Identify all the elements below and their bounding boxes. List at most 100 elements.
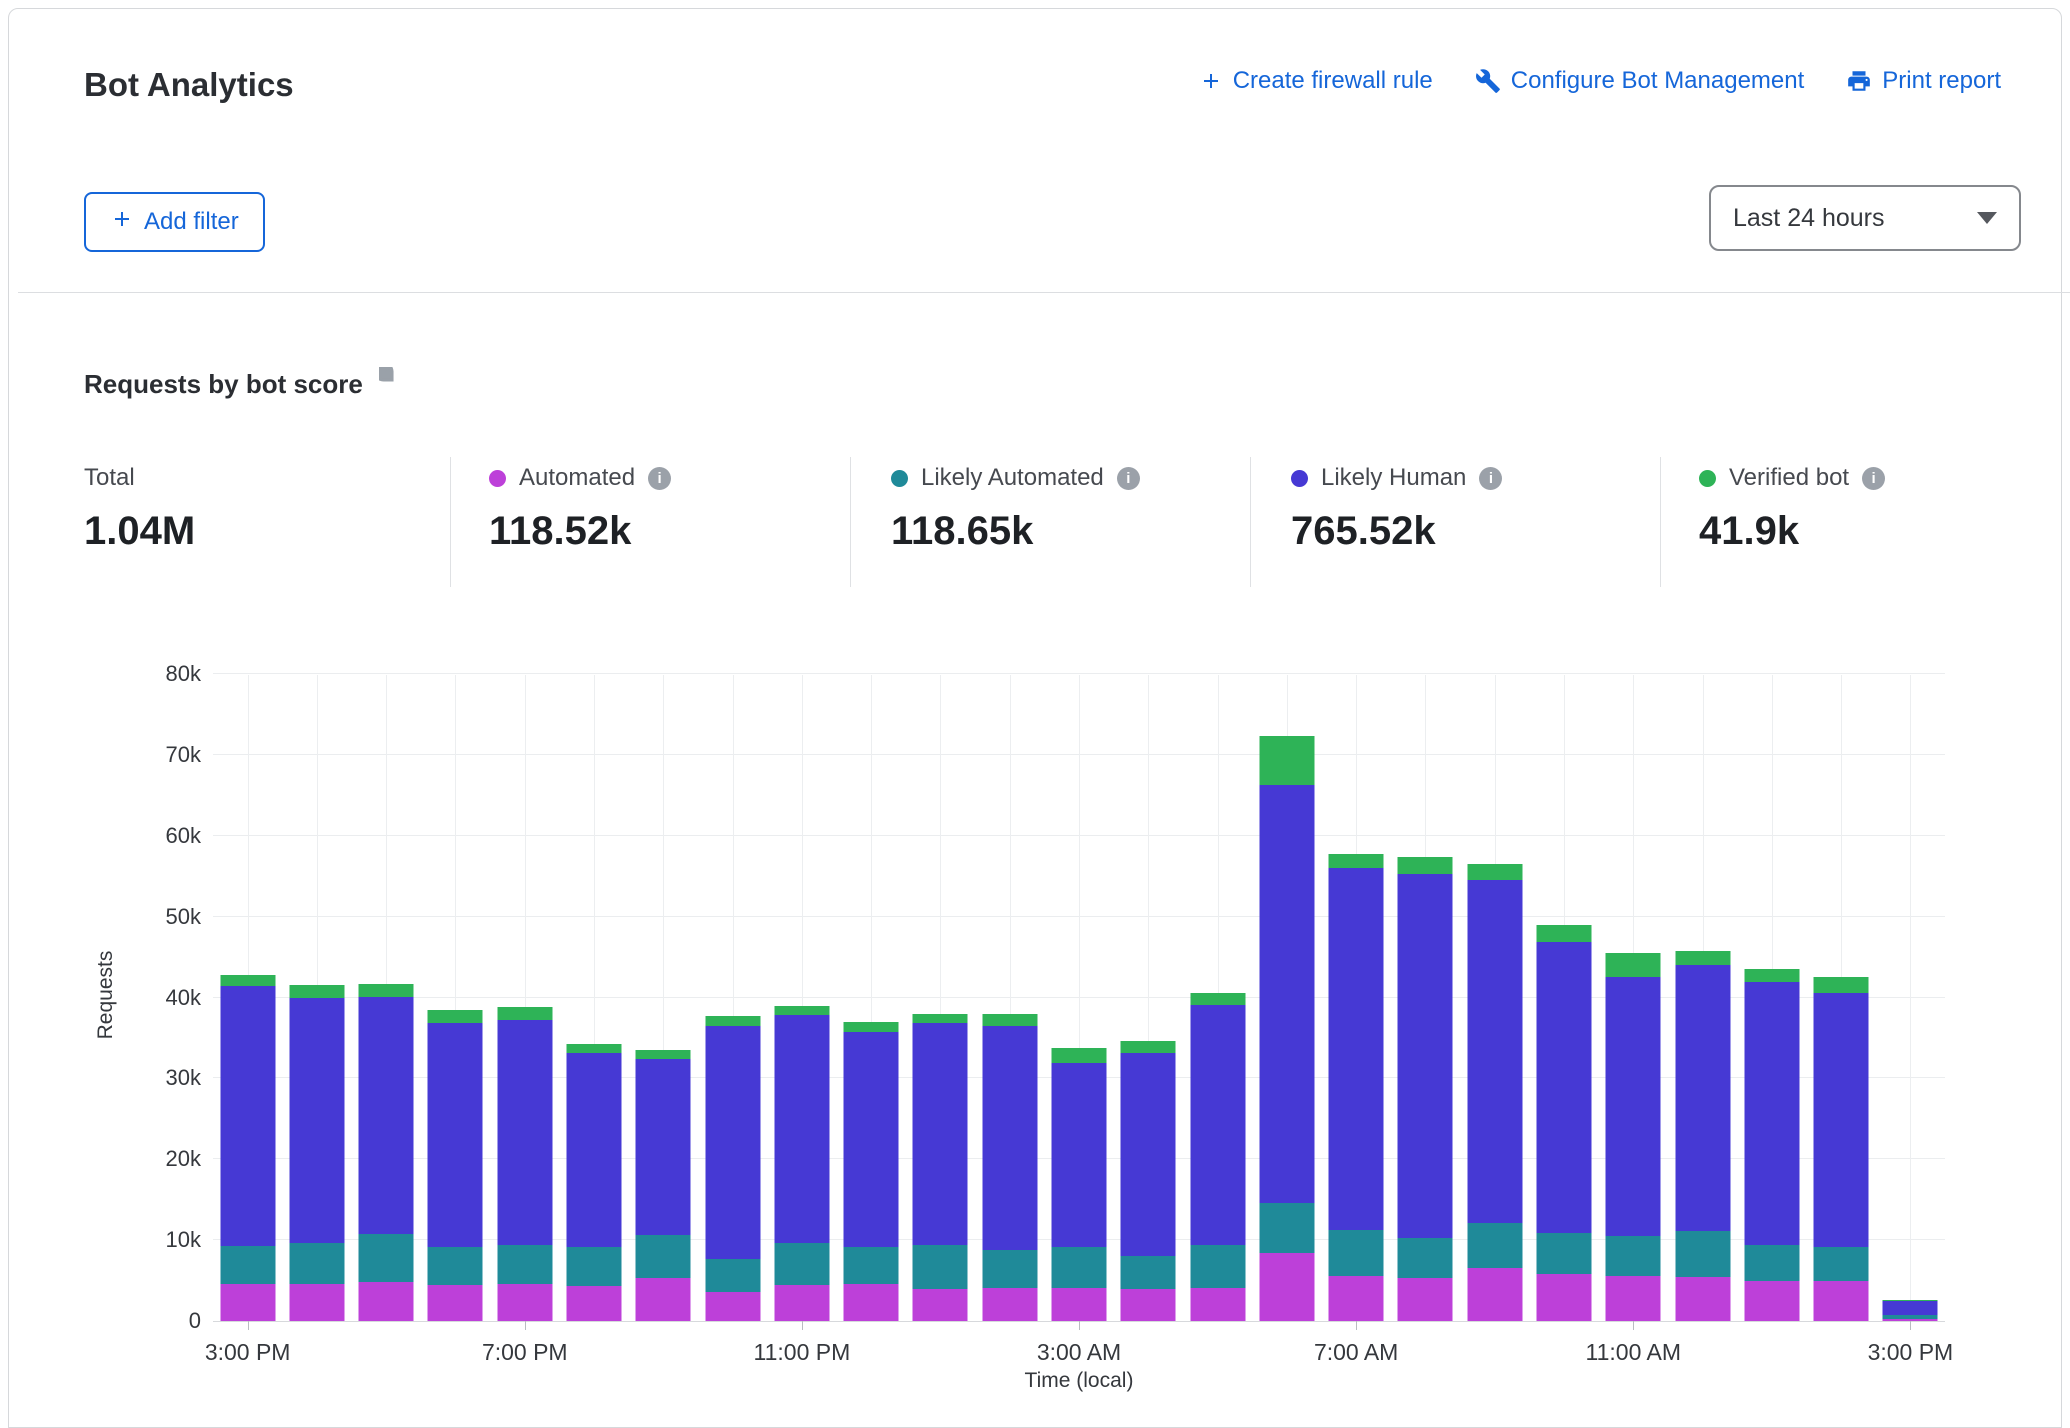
bar-slot xyxy=(421,675,490,1321)
bar-segment-verified-bot xyxy=(1536,925,1591,942)
legend-dot-likely-human xyxy=(1291,470,1308,487)
bar-segment-verified-bot xyxy=(1606,953,1661,977)
stacked-bar[interactable] xyxy=(774,1006,829,1321)
action-label: Create firewall rule xyxy=(1233,67,1433,95)
bar-segment-verified-bot xyxy=(913,1014,968,1024)
stat-value: 118.65k xyxy=(891,509,1140,554)
stacked-bar[interactable] xyxy=(289,985,344,1321)
stacked-bar[interactable] xyxy=(636,1050,691,1321)
bar-segment-likely-automated xyxy=(636,1235,691,1278)
bar-slot xyxy=(1737,675,1806,1321)
action-label: Configure Bot Management xyxy=(1511,67,1805,95)
stacked-bar[interactable] xyxy=(1883,1300,1938,1321)
create-firewall-rule-link[interactable]: Create firewall rule xyxy=(1199,67,1433,95)
stacked-bar[interactable] xyxy=(428,1010,483,1321)
bar-segment-likely-automated xyxy=(1398,1238,1453,1278)
bar-segment-likely-automated xyxy=(289,1243,344,1283)
info-icon[interactable] xyxy=(1117,467,1140,490)
y-axis-tick-labels: 010k20k30k40k50k60k70k80k xyxy=(69,675,201,1322)
bar-slot xyxy=(1252,675,1321,1321)
add-filter-label: Add filter xyxy=(144,208,239,236)
bar-slot xyxy=(837,675,906,1321)
stat-label: Verified bot xyxy=(1729,464,1849,492)
bar-segment-likely-human xyxy=(1744,982,1799,1245)
print-report-link[interactable]: Print report xyxy=(1846,67,2001,95)
bar-segment-likely-automated xyxy=(1467,1223,1522,1268)
bar-segment-likely-human xyxy=(1121,1053,1176,1257)
bar-segment-automated xyxy=(567,1286,622,1321)
stacked-bar[interactable] xyxy=(705,1016,760,1321)
bar-segment-verified-bot xyxy=(567,1044,622,1053)
configure-bot-management-link[interactable]: Configure Bot Management xyxy=(1475,67,1805,95)
bar-segment-verified-bot xyxy=(1052,1048,1107,1063)
bar-segment-likely-automated xyxy=(774,1243,829,1284)
stacked-bar[interactable] xyxy=(1814,977,1869,1321)
bar-slot xyxy=(282,675,351,1321)
stacked-bar[interactable] xyxy=(1121,1041,1176,1321)
y-tick-label: 40k xyxy=(69,985,201,1011)
stacked-bar[interactable] xyxy=(567,1044,622,1321)
stacked-bar[interactable] xyxy=(982,1014,1037,1321)
bar-segment-verified-bot xyxy=(1744,969,1799,982)
stacked-bar[interactable] xyxy=(1259,736,1314,1321)
bar-slot xyxy=(1114,675,1183,1321)
stacked-bar[interactable] xyxy=(1744,969,1799,1321)
stat-label: Total xyxy=(84,464,135,492)
stacked-bar[interactable] xyxy=(1190,993,1245,1321)
stacked-bar[interactable] xyxy=(1398,857,1453,1321)
bar-segment-likely-human xyxy=(1814,993,1869,1247)
bar-segment-automated xyxy=(1814,1281,1869,1321)
stacked-bar[interactable] xyxy=(359,984,414,1321)
bar-segment-verified-bot xyxy=(428,1010,483,1022)
page-title: Bot Analytics xyxy=(84,66,294,104)
add-filter-button[interactable]: Add filter xyxy=(84,192,265,252)
bar-segment-automated xyxy=(1536,1274,1591,1321)
info-icon[interactable] xyxy=(1479,467,1502,490)
stat-value: 118.52k xyxy=(489,509,671,554)
bar-slot xyxy=(698,675,767,1321)
bar-segment-likely-automated xyxy=(1606,1236,1661,1276)
legend-dot-verified-bot xyxy=(1699,470,1716,487)
bar-segment-verified-bot xyxy=(1398,857,1453,874)
gridline-vertical xyxy=(1910,675,1911,1321)
info-icon[interactable] xyxy=(1862,467,1885,490)
stacked-bar[interactable] xyxy=(913,1014,968,1321)
bar-segment-verified-bot xyxy=(220,975,275,986)
stacked-bar[interactable] xyxy=(1606,953,1661,1321)
stat-divider xyxy=(450,457,451,587)
stat-label: Likely Human xyxy=(1321,464,1466,492)
gridline-horizontal xyxy=(213,673,1945,674)
bar-segment-automated xyxy=(220,1284,275,1321)
stacked-bar[interactable] xyxy=(1329,854,1384,1321)
printer-icon xyxy=(1846,68,1872,94)
stat-likely-automated: Likely Automated 118.65k xyxy=(891,464,1140,554)
bar-segment-verified-bot xyxy=(774,1006,829,1016)
bar-segment-likely-automated xyxy=(1814,1247,1869,1281)
bar-segment-likely-automated xyxy=(913,1245,968,1289)
stacked-bar[interactable] xyxy=(1467,864,1522,1321)
bar-segment-likely-human xyxy=(705,1026,760,1259)
wrench-icon xyxy=(1475,68,1501,94)
stacked-bar[interactable] xyxy=(1052,1048,1107,1321)
stat-label: Likely Automated xyxy=(921,464,1104,492)
x-tick-label: 7:00 AM xyxy=(1314,1339,1398,1366)
bar-segment-verified-bot xyxy=(1259,736,1314,785)
bar-segment-likely-automated xyxy=(497,1245,552,1284)
stacked-bar[interactable] xyxy=(220,975,275,1321)
plus-icon xyxy=(110,207,134,238)
stat-verified-bot: Verified bot 41.9k xyxy=(1699,464,1885,554)
info-icon[interactable] xyxy=(648,467,671,490)
bar-segment-automated xyxy=(359,1282,414,1321)
stacked-bar[interactable] xyxy=(844,1022,899,1321)
bar-segment-likely-automated xyxy=(1259,1203,1314,1253)
stat-value: 41.9k xyxy=(1699,509,1885,554)
bar-segment-likely-human xyxy=(220,986,275,1246)
bar-segment-automated xyxy=(1675,1277,1730,1321)
stacked-bar[interactable] xyxy=(1675,951,1730,1321)
bar-segment-likely-human xyxy=(636,1059,691,1235)
y-tick-label: 70k xyxy=(69,742,201,768)
time-range-dropdown[interactable]: Last 24 hours xyxy=(1709,185,2021,251)
stacked-bar[interactable] xyxy=(1536,925,1591,1321)
stacked-bar[interactable] xyxy=(497,1007,552,1321)
bar-segment-automated xyxy=(289,1284,344,1321)
